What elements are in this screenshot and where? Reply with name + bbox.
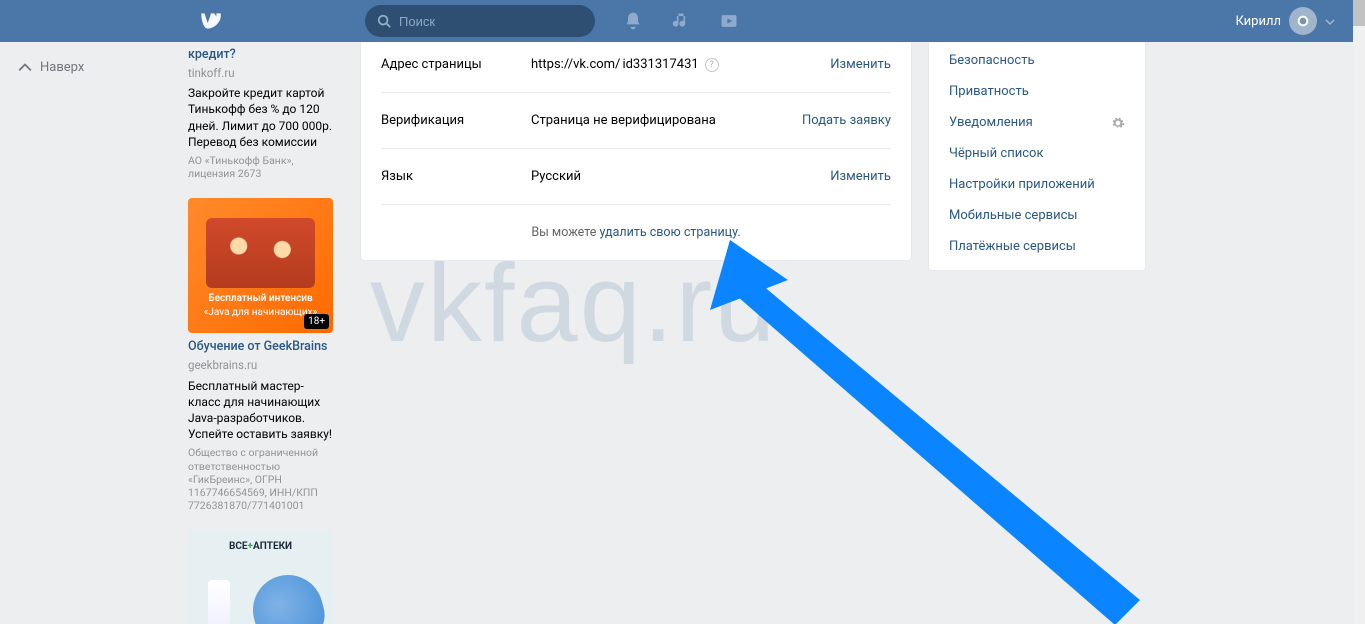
- menu-payment-services[interactable]: Платёжные сервисы: [929, 231, 1145, 262]
- search-box[interactable]: [365, 5, 595, 37]
- music-icon[interactable]: [671, 11, 691, 31]
- ads-column: Есть неоплаченный кредит? tinkoff.ru Зак…: [188, 36, 336, 624]
- setting-row-address: Адрес страницы https://vk.com/id33131743…: [381, 37, 891, 93]
- ad-disclaimer: Общество с ограниченной ответственностью…: [188, 446, 336, 512]
- ad-domain: geekbrains.ru: [188, 358, 336, 374]
- ad-text: Закройте кредит картой Тинькофф без % до…: [188, 85, 336, 150]
- vk-logo-icon[interactable]: [197, 7, 225, 35]
- verify-link[interactable]: Подать заявку: [802, 113, 891, 128]
- setting-row-language: Язык Русский Изменить: [381, 149, 891, 205]
- search-icon: [377, 14, 391, 28]
- edit-address-link[interactable]: Изменить: [830, 57, 891, 72]
- delete-prefix: Вы можете: [531, 225, 599, 240]
- help-icon[interactable]: ?: [705, 58, 719, 72]
- delete-account-row: Вы можете удалить свою страницу.: [381, 205, 891, 260]
- settings-side-menu: Безопасность Приватность Уведомления Чёр…: [928, 36, 1146, 271]
- ad-domain: tinkoff.ru: [188, 66, 336, 82]
- ad-text: Бесплатный мастер-класс для начинающих J…: [188, 378, 336, 443]
- browser-scrollbar[interactable]: [1353, 0, 1365, 624]
- menu-privacy[interactable]: Приватность: [929, 76, 1145, 107]
- ad-block-3[interactable]: ВСЕ+АПТЕКИ: [188, 530, 336, 624]
- setting-label: Язык: [381, 169, 531, 184]
- delete-page-link[interactable]: удалить свою страницу.: [599, 225, 740, 240]
- vk-header: Кирилл: [0, 0, 1353, 42]
- menu-app-settings[interactable]: Настройки приложений: [929, 169, 1145, 200]
- settings-panel: Адрес страницы https://vk.com/id33131743…: [360, 36, 912, 261]
- setting-value: https://vk.com/id331317431 ?: [531, 57, 830, 72]
- ad-img-line1: Бесплатный интенсив: [208, 292, 312, 306]
- setting-row-verification: Верификация Страница не верифицирована П…: [381, 93, 891, 149]
- menu-notifications[interactable]: Уведомления: [929, 107, 1145, 138]
- chevron-down-icon: [1325, 16, 1335, 26]
- ad-block-1[interactable]: Есть неоплаченный кредит? tinkoff.ru Зак…: [188, 30, 336, 180]
- scroll-thumb[interactable]: [1353, 0, 1365, 26]
- edit-language-link[interactable]: Изменить: [830, 169, 891, 184]
- menu-mobile-services[interactable]: Мобильные сервисы: [929, 200, 1145, 231]
- menu-blacklist[interactable]: Чёрный список: [929, 138, 1145, 169]
- ad-image: Бесплатный интенсив «Java для начинающих…: [188, 198, 333, 333]
- setting-value: Русский: [531, 169, 830, 184]
- age-badge: 18+: [304, 314, 329, 330]
- annotation-arrow-icon: [540, 230, 1160, 624]
- ad-logo: ВСЕ+АПТЕКИ: [229, 540, 292, 554]
- left-column: Наверх: [18, 60, 178, 75]
- back-to-top-label: Наверх: [40, 60, 84, 75]
- menu-security[interactable]: Безопасность: [929, 45, 1145, 76]
- ad-image: ВСЕ+АПТЕКИ: [188, 530, 333, 624]
- search-input[interactable]: [399, 14, 583, 29]
- setting-label: Верификация: [381, 113, 531, 128]
- notifications-icon[interactable]: [623, 11, 643, 31]
- gear-icon[interactable]: [1111, 116, 1125, 130]
- back-to-top-button[interactable]: Наверх: [18, 60, 178, 75]
- header-icons: [623, 11, 739, 31]
- username: Кирилл: [1235, 14, 1281, 29]
- user-menu[interactable]: Кирилл: [1235, 7, 1335, 35]
- ad-img-line2: «Java для начинающих»: [204, 306, 318, 320]
- setting-value: Страница не верифицирована: [531, 113, 802, 128]
- ad-title: Обучение от GeekBrains: [188, 339, 336, 356]
- ad-block-2[interactable]: Бесплатный интенсив «Java для начинающих…: [188, 198, 336, 512]
- video-icon[interactable]: [719, 11, 739, 31]
- avatar: [1289, 7, 1317, 35]
- ad-disclaimer: АО «Тинькофф Банк», лицензия 2673: [188, 154, 336, 180]
- setting-label: Адрес страницы: [381, 57, 531, 72]
